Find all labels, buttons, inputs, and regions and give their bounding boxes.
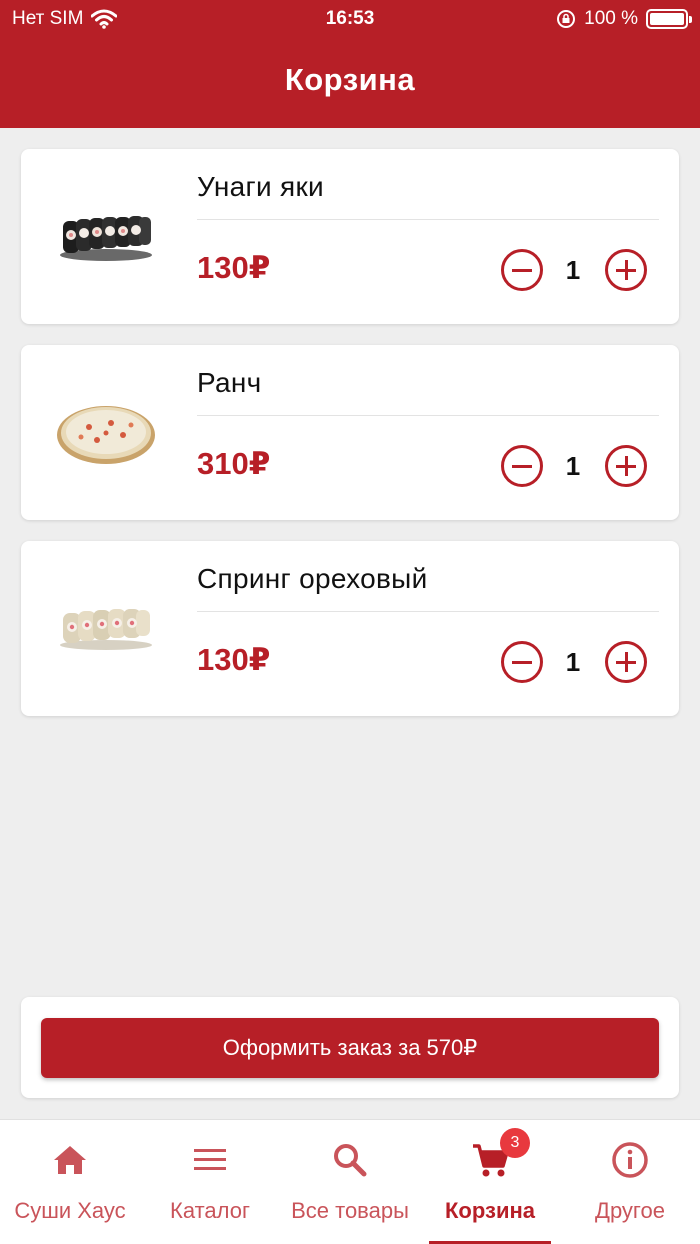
quantity-value: 1 (565, 255, 581, 285)
decrease-quantity-button[interactable] (501, 641, 543, 683)
menu-icon (194, 1149, 226, 1170)
tab-label: Суши Хаус (14, 1198, 126, 1223)
status-bar: Нет SIM 16:53 100 % (0, 0, 700, 38)
product-name: Унаги яки (197, 171, 324, 202)
battery-icon (646, 9, 692, 29)
tab-label: Другое (595, 1198, 665, 1223)
product-name: Спринг ореховый (197, 563, 428, 594)
divider (197, 219, 659, 220)
info-icon (612, 1142, 648, 1178)
decrease-quantity-button[interactable] (501, 445, 543, 487)
tab-home[interactable]: Суши Хаус (0, 1120, 140, 1244)
cart-count-badge: 3 (500, 1128, 530, 1158)
divider (197, 415, 659, 416)
product-price: 130₽ (197, 250, 271, 285)
product-price: 130₽ (197, 642, 271, 677)
tab-label: Каталог (170, 1198, 250, 1223)
product-image (60, 609, 152, 650)
increase-quantity-button[interactable] (605, 641, 647, 683)
rotation-lock-icon (557, 10, 576, 28)
app-header: Нет SIM 16:53 100 % Корзина (0, 0, 700, 128)
tab-other[interactable]: Другое (560, 1120, 700, 1244)
product-price: 310₽ (197, 446, 271, 481)
cart-item: Унаги яки 130₽ 1 (21, 149, 679, 324)
cart-item: Ранч 310₽ 1 (21, 345, 679, 520)
checkout-button[interactable]: Оформить заказ за 570₽ (41, 1018, 659, 1078)
cart-item: Спринг ореховый 130₽ 1 (21, 541, 679, 716)
increase-quantity-button[interactable] (605, 445, 647, 487)
order-panel: Оформить заказ за 570₽ (21, 997, 679, 1098)
quantity-value: 1 (565, 647, 581, 677)
tab-label: Все товары (291, 1198, 409, 1223)
tab-bar: Суши Хаус Каталог Все товары 3 Корзина Д… (0, 1119, 700, 1244)
decrease-quantity-button[interactable] (501, 249, 543, 291)
divider (197, 611, 659, 612)
increase-quantity-button[interactable] (605, 249, 647, 291)
product-image (60, 216, 152, 261)
quantity-value: 1 (565, 451, 581, 481)
home-icon (54, 1146, 86, 1174)
page-title: Корзина (284, 62, 416, 97)
tab-all-products[interactable]: Все товары (280, 1120, 420, 1244)
battery-percent: 100 % (584, 8, 638, 29)
tab-cart[interactable]: 3 Корзина (420, 1120, 560, 1244)
search-icon (334, 1144, 367, 1177)
product-image (57, 406, 155, 464)
status-right: 100 % (556, 8, 692, 30)
tab-label: Корзина (445, 1198, 535, 1223)
product-name: Ранч (197, 367, 262, 398)
tab-catalog[interactable]: Каталог (140, 1120, 280, 1244)
